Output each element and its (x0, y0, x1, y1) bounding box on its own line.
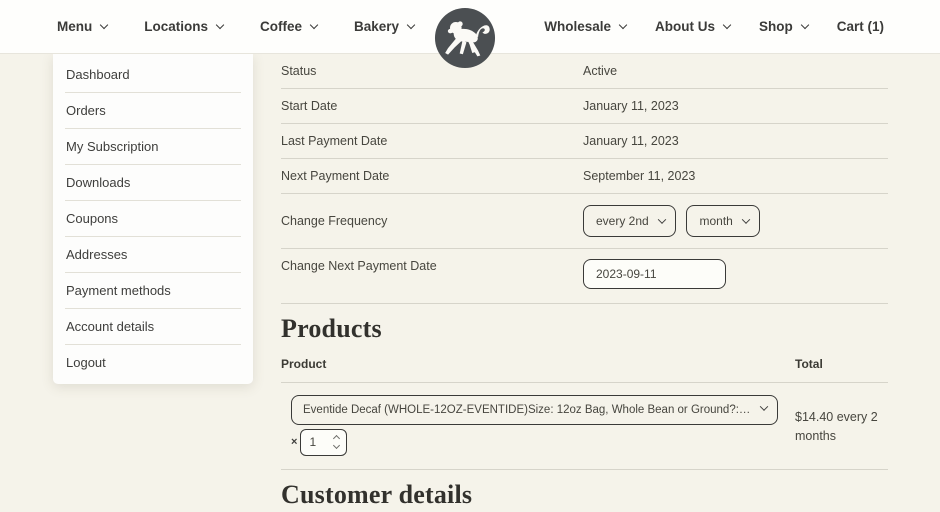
chevron-down-icon (723, 21, 731, 29)
sidebar-item[interactable]: Dashboard (65, 57, 241, 93)
sidebar-item[interactable]: Addresses (65, 237, 241, 273)
monkey-logo[interactable] (434, 7, 496, 69)
nav-item-label: Cart (1) (837, 19, 884, 34)
nav-item[interactable]: Bakery (354, 19, 414, 34)
products-heading: Products (281, 314, 888, 344)
nav-item-label: About Us (655, 19, 715, 34)
subscription-main: Status Active Start Date January 11, 202… (281, 54, 888, 510)
account-page: Menu Locations Coffee Bakery Wholesale A… (0, 0, 940, 512)
chevron-down-icon (407, 21, 415, 29)
chevron-down-icon (310, 21, 318, 29)
sidebar-item[interactable]: Payment methods (65, 273, 241, 309)
nav-item-label: Locations (144, 19, 208, 34)
change-next-payment-label: Change Next Payment Date (281, 259, 583, 273)
nav-item-label: Bakery (354, 19, 399, 34)
main-nav-left: Menu Locations Coffee Bakery (57, 19, 414, 34)
detail-value: Active (583, 64, 617, 78)
product-column-header: Product (281, 357, 795, 371)
chevron-down-icon (216, 21, 224, 29)
quantity-stepper (300, 429, 347, 456)
nav-item[interactable]: Locations (144, 19, 223, 34)
nav-item[interactable]: Coffee (260, 19, 317, 34)
nav-item-label: Menu (57, 19, 92, 34)
nav-item-label: Coffee (260, 19, 302, 34)
chevron-down-icon (100, 21, 108, 29)
quantity-input[interactable] (309, 435, 325, 449)
total-column-header: Total (795, 357, 823, 371)
sidebar-item[interactable]: Logout (65, 345, 241, 380)
detail-label: Next Payment Date (281, 169, 583, 183)
detail-value: January 11, 2023 (583, 99, 679, 113)
change-frequency-label: Change Frequency (281, 214, 583, 228)
account-sidebar: Dashboard Orders My Subscription Downloa… (53, 54, 253, 384)
nav-item-label: Wholesale (544, 19, 611, 34)
nav-item-label: Shop (759, 19, 793, 34)
change-frequency-row: Change Frequency every 2nd month (281, 194, 888, 249)
sidebar-item[interactable]: Coupons (65, 201, 241, 237)
subscription-detail-row: Last Payment Date January 11, 2023 (281, 124, 888, 159)
product-total: $14.40 every 2 months (795, 395, 885, 456)
nav-item[interactable]: Menu (57, 19, 107, 34)
sidebar-item[interactable]: Account details (65, 309, 241, 345)
subscription-details-table: Status Active Start Date January 11, 202… (281, 54, 888, 194)
nav-item[interactable]: Shop (759, 19, 808, 34)
nav-item[interactable]: About Us (655, 19, 730, 34)
chevron-down-icon (619, 21, 627, 29)
detail-label: Last Payment Date (281, 134, 583, 148)
detail-value: September 11, 2023 (583, 169, 695, 183)
product-cell: Eventide Decaf (WHOLE-12OZ-EVENTIDE)Size… (281, 395, 795, 456)
next-payment-date-input[interactable] (583, 259, 726, 289)
sidebar-item[interactable]: Orders (65, 93, 241, 129)
frequency-interval-select[interactable]: every 2nd (583, 205, 676, 237)
product-variation-select[interactable]: Eventide Decaf (WHOLE-12OZ-EVENTIDE)Size… (291, 395, 778, 425)
products-table-header: Product Total (281, 344, 888, 383)
chevron-down-icon (800, 21, 808, 29)
quantity-line: × (291, 429, 795, 456)
frequency-period-select[interactable]: month (686, 205, 760, 237)
change-next-payment-row: Change Next Payment Date (281, 249, 888, 304)
detail-value: January 11, 2023 (583, 134, 679, 148)
customer-details-heading: Customer details (281, 480, 888, 510)
subscription-detail-row: Start Date January 11, 2023 (281, 89, 888, 124)
main-nav-right: Wholesale About Us Shop Cart (1) (544, 19, 884, 34)
monkey-logo-icon (434, 7, 496, 69)
nav-item[interactable]: Wholesale (544, 19, 626, 34)
sidebar-item[interactable]: My Subscription (65, 129, 241, 165)
multiply-symbol: × (291, 436, 297, 448)
detail-label: Start Date (281, 99, 583, 113)
subscription-detail-row: Status Active (281, 54, 888, 89)
subscription-detail-row: Next Payment Date September 11, 2023 (281, 159, 888, 194)
stepper-arrows-icon[interactable] (334, 436, 339, 448)
sidebar-item[interactable]: Downloads (65, 165, 241, 201)
product-row: Eventide Decaf (WHOLE-12OZ-EVENTIDE)Size… (281, 383, 888, 470)
frequency-controls: every 2nd month (583, 205, 767, 237)
nav-item[interactable]: Cart (1) (837, 19, 884, 34)
detail-label: Status (281, 64, 583, 78)
